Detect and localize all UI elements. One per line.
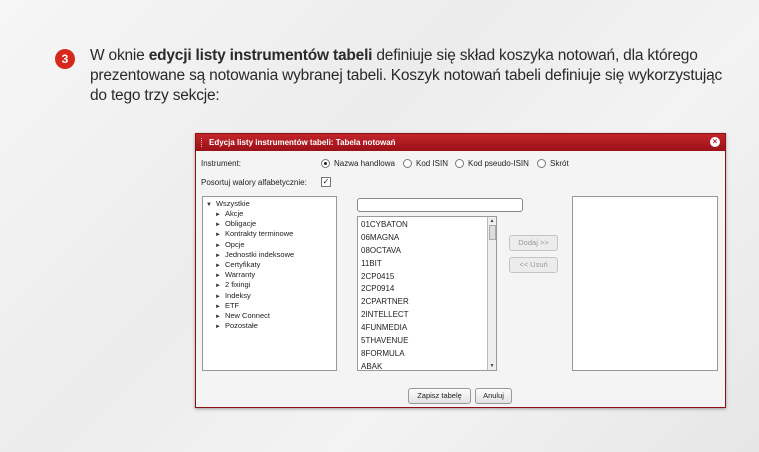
tree-item-jednostki[interactable]: ► Jednostki indeksowe bbox=[215, 250, 294, 260]
edit-instrument-list-dialog: Edycja listy instrumentów tabeli: Tabela… bbox=[195, 133, 726, 408]
tree-item-certyfikaty[interactable]: ► Certyfikaty bbox=[215, 260, 294, 270]
radio-pseudo-isin-label: Kod pseudo-ISIN bbox=[468, 159, 529, 168]
radio-short-name[interactable]: Skrót bbox=[537, 159, 569, 168]
step-number-badge: 3 bbox=[55, 49, 75, 69]
list-item[interactable]: 01CYBATON bbox=[361, 219, 409, 232]
instrument-category-tree[interactable]: ▼ Wszystkie ► Akcje ► Obligacje ► Kontrakty … bbox=[202, 196, 337, 371]
collapsed-arrow-icon[interactable]: ► bbox=[215, 232, 221, 238]
radio-unselected-icon[interactable] bbox=[403, 159, 412, 168]
instrument-search-input[interactable] bbox=[357, 198, 523, 212]
radio-unselected-icon[interactable] bbox=[455, 159, 464, 168]
radio-unselected-icon[interactable] bbox=[537, 159, 546, 168]
remove-button[interactable]: << Usuń bbox=[509, 257, 558, 273]
collapsed-arrow-icon[interactable]: ► bbox=[215, 283, 221, 289]
sort-alphabetically-label: Posortuj walory alfabetycznie: bbox=[201, 178, 307, 187]
tree-item-akcje[interactable]: ► Akcje bbox=[215, 209, 294, 219]
tree-item-label: ETF bbox=[224, 300, 240, 310]
list-item[interactable]: 08OCTAVA bbox=[361, 245, 409, 258]
radio-trade-name-label: Nazwa handlowa bbox=[334, 159, 395, 168]
scroll-down-arrow-icon[interactable]: ▼ bbox=[488, 362, 496, 370]
collapsed-arrow-icon[interactable]: ► bbox=[215, 304, 221, 310]
radio-selected-icon[interactable] bbox=[321, 159, 330, 168]
radio-isin-label: Kod ISIN bbox=[416, 159, 449, 168]
tree-item-new-connect[interactable]: ► New Connect bbox=[215, 311, 294, 321]
tree-item-pozostale[interactable]: ► Pozostałe bbox=[215, 321, 294, 331]
radio-short-name-label: Skrót bbox=[550, 159, 569, 168]
tree-item-etf[interactable]: ► ETF bbox=[215, 301, 294, 311]
add-button[interactable]: Dodaj >> bbox=[509, 235, 558, 251]
radio-pseudo-isin[interactable]: Kod pseudo-ISIN bbox=[455, 159, 529, 168]
scroll-up-arrow-icon[interactable]: ▲ bbox=[488, 217, 496, 225]
list-item[interactable]: 11BIT bbox=[361, 258, 409, 271]
tree-item-label: Pozostałe bbox=[224, 321, 258, 331]
selected-instruments-list[interactable] bbox=[572, 196, 718, 371]
list-item[interactable]: 4FUNMEDIA bbox=[361, 322, 409, 335]
tree-item-opcje[interactable]: ► Opcje bbox=[215, 240, 294, 250]
tree-item-label: Jednostki indeksowe bbox=[224, 249, 295, 259]
cancel-button[interactable]: Anuluj bbox=[475, 388, 512, 404]
list-item[interactable]: ABAK bbox=[361, 361, 409, 370]
list-item[interactable]: 2INTELLECT bbox=[361, 309, 409, 322]
tree-item-2-fixingi[interactable]: ► 2 fixingi bbox=[215, 280, 294, 290]
collapsed-arrow-icon[interactable]: ► bbox=[215, 253, 221, 259]
tree-item-label: Akcje bbox=[224, 209, 244, 218]
collapsed-arrow-icon[interactable]: ► bbox=[215, 273, 221, 279]
collapsed-arrow-icon[interactable]: ► bbox=[215, 243, 221, 249]
tree-item-label: New Connect bbox=[224, 310, 270, 320]
collapsed-arrow-icon[interactable]: ► bbox=[215, 263, 221, 269]
available-instruments-list[interactable]: 01CYBATON 06MAGNA 08OCTAVA 11BIT 2CP0415… bbox=[357, 216, 497, 371]
radio-trade-name[interactable]: Nazwa handlowa bbox=[321, 159, 395, 168]
list-item[interactable]: 2CP0415 bbox=[361, 271, 409, 284]
collapsed-arrow-icon[interactable]: ► bbox=[215, 222, 221, 228]
tree-item-label: Kontrakty terminowe bbox=[224, 229, 294, 239]
list-scrollbar[interactable]: ▲ ▼ bbox=[487, 217, 496, 370]
intro-text-bold: edycji listy instrumentów tabeli bbox=[148, 47, 373, 64]
list-item[interactable]: 5THAVENUE bbox=[361, 335, 409, 348]
tree-root-all[interactable]: ▼ Wszystkie bbox=[206, 199, 250, 208]
expanded-arrow-icon[interactable]: ▼ bbox=[206, 202, 212, 208]
sort-alphabetically-checkbox[interactable]: ✓ bbox=[321, 177, 331, 187]
tree-item-kontrakty[interactable]: ► Kontrakty terminowe bbox=[215, 229, 294, 239]
collapsed-arrow-icon[interactable]: ► bbox=[215, 314, 221, 320]
close-icon[interactable]: × bbox=[710, 137, 720, 147]
collapsed-arrow-icon[interactable]: ► bbox=[215, 324, 221, 330]
dialog-titlebar[interactable]: Edycja listy instrumentów tabeli: Tabela… bbox=[196, 134, 725, 151]
drag-grip-icon[interactable] bbox=[201, 138, 204, 147]
list-item[interactable]: 2CP0914 bbox=[361, 283, 409, 296]
tree-item-label: Certyfikaty bbox=[224, 259, 261, 269]
save-table-button[interactable]: Zapisz tabelę bbox=[408, 388, 471, 404]
collapsed-arrow-icon[interactable]: ► bbox=[215, 294, 221, 300]
radio-isin[interactable]: Kod ISIN bbox=[403, 159, 448, 168]
tree-item-indeksy[interactable]: ► Indeksy bbox=[215, 291, 294, 301]
dialog-title: Edycja listy instrumentów tabeli: Tabela… bbox=[209, 138, 396, 147]
intro-text-pre: W oknie bbox=[90, 47, 149, 64]
list-item[interactable]: 8FORMULA bbox=[361, 348, 409, 361]
tree-item-label: Warranty bbox=[224, 270, 256, 280]
tree-item-label: 2 fixingi bbox=[224, 280, 251, 290]
intro-text: W oknie edycji listy instrumentów tabeli… bbox=[90, 46, 740, 106]
scrollbar-thumb[interactable] bbox=[489, 225, 496, 240]
tree-root-label: Wszystkie bbox=[215, 199, 250, 208]
list-item[interactable]: 2CPARTNER bbox=[361, 296, 409, 309]
tree-item-warranty[interactable]: ► Warranty bbox=[215, 270, 294, 280]
tree-item-label: Obligacje bbox=[224, 219, 257, 229]
tree-item-obligacje[interactable]: ► Obligacje bbox=[215, 219, 294, 229]
tree-item-label: Opcje bbox=[224, 239, 245, 249]
collapsed-arrow-icon[interactable]: ► bbox=[215, 212, 221, 218]
instrument-label: Instrument: bbox=[201, 159, 242, 168]
tree-item-label: Indeksy bbox=[224, 290, 251, 300]
list-item[interactable]: 06MAGNA bbox=[361, 232, 409, 245]
